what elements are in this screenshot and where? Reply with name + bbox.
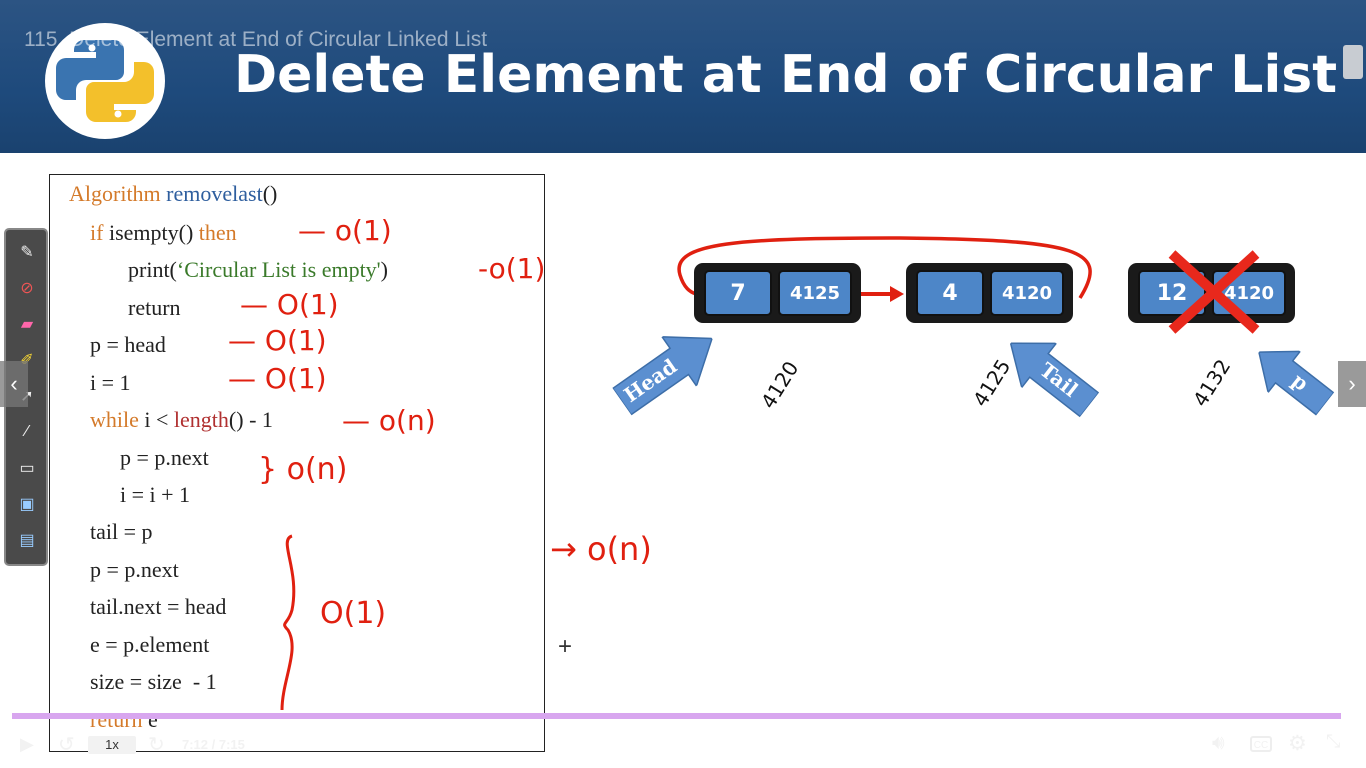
code-line-8: p = p.next: [120, 445, 209, 470]
list-node-2: 4 4120: [906, 263, 1073, 323]
code-line-9: i = i + 1: [120, 482, 191, 507]
annotation-loop: } o(n): [258, 452, 348, 487]
annotation-total: → o(n): [550, 530, 652, 568]
code-line-14: size = size - 1: [90, 669, 217, 694]
time-display: 7:12 / 7:15: [182, 737, 245, 752]
no-pen-icon[interactable]: ⊘: [15, 276, 39, 300]
node-address-1: 4120: [756, 356, 804, 413]
pen-tool-icon[interactable]: ✎: [15, 240, 39, 264]
captions-icon[interactable]: CC: [1250, 736, 1272, 752]
play-icon[interactable]: ▶: [20, 734, 34, 755]
screen-icon[interactable]: ▣: [15, 492, 39, 516]
annotation-p-head: — O(1): [228, 324, 327, 357]
code-line-1: Algorithm removelast(): [69, 181, 278, 206]
code-line-7: while i < length() - 1: [90, 407, 273, 432]
code-line-2: if isempty() then: [90, 220, 237, 245]
node-next: 4125: [778, 270, 852, 316]
node-element: 7: [704, 270, 772, 316]
code-line-13: e = p.element: [90, 632, 210, 657]
rewind-icon[interactable]: ↺: [58, 732, 75, 757]
node-address-3: 4132: [1188, 354, 1236, 411]
node-next: 4120: [990, 270, 1064, 316]
p-pointer-arrow: p: [1243, 332, 1341, 425]
sidebar-handle[interactable]: [1343, 45, 1363, 79]
annotation-tail-block: O(1): [320, 596, 387, 631]
progress-bar[interactable]: [12, 713, 1341, 719]
volume-icon[interactable]: 🔊︎: [1212, 732, 1225, 755]
code-line-3: print(‘Circular List is empty'): [128, 257, 388, 282]
annotation-return: — O(1): [240, 288, 339, 321]
annotation-print: -o(1): [478, 252, 546, 285]
player-controls: ▶ ↺ 1x ↻ 7:12 / 7:15 🔊︎ CC ⚙ ⤡: [0, 722, 1366, 768]
code-line-10: tail = p: [90, 519, 153, 544]
settings-gear-icon[interactable]: ⚙: [1288, 731, 1307, 756]
code-line-4: return: [128, 295, 181, 320]
save-screen-icon[interactable]: ▤: [15, 528, 39, 552]
slide-title: Delete Element at End of Circular List: [234, 45, 1338, 105]
code-line-11: p = p.next: [90, 557, 179, 582]
fullscreen-icon[interactable]: ⤡: [1326, 731, 1340, 752]
previous-arrow-icon[interactable]: ‹: [0, 361, 28, 407]
annotation-brace: [280, 534, 296, 711]
list-node-1: 7 4125: [694, 263, 861, 323]
head-pointer-arrow: Head: [605, 314, 730, 426]
annotation-while: — o(n): [342, 404, 436, 437]
ruler-icon[interactable]: ▭: [15, 456, 39, 480]
delete-cross-icon: [1168, 250, 1260, 334]
next-arrow-icon[interactable]: ›: [1338, 361, 1366, 407]
brush-icon[interactable]: ⁄: [15, 420, 39, 444]
annotation-isempty: — o(1): [298, 214, 392, 247]
slide-header: 115. Delete Element at End of Circular L…: [0, 0, 1366, 153]
crosshair-cursor-icon: +: [558, 633, 573, 660]
code-line-5: p = head: [90, 332, 166, 357]
node-element: 4: [916, 270, 984, 316]
speed-button[interactable]: 1x: [88, 736, 136, 754]
forward-icon[interactable]: ↻: [148, 732, 165, 757]
eraser-icon[interactable]: ▰: [15, 312, 39, 336]
annotation-i: — O(1): [228, 362, 327, 395]
code-line-6: i = 1: [90, 370, 131, 395]
tail-pointer-arrow: Tail: [993, 321, 1106, 427]
code-line-12: tail.next = head: [90, 594, 227, 619]
